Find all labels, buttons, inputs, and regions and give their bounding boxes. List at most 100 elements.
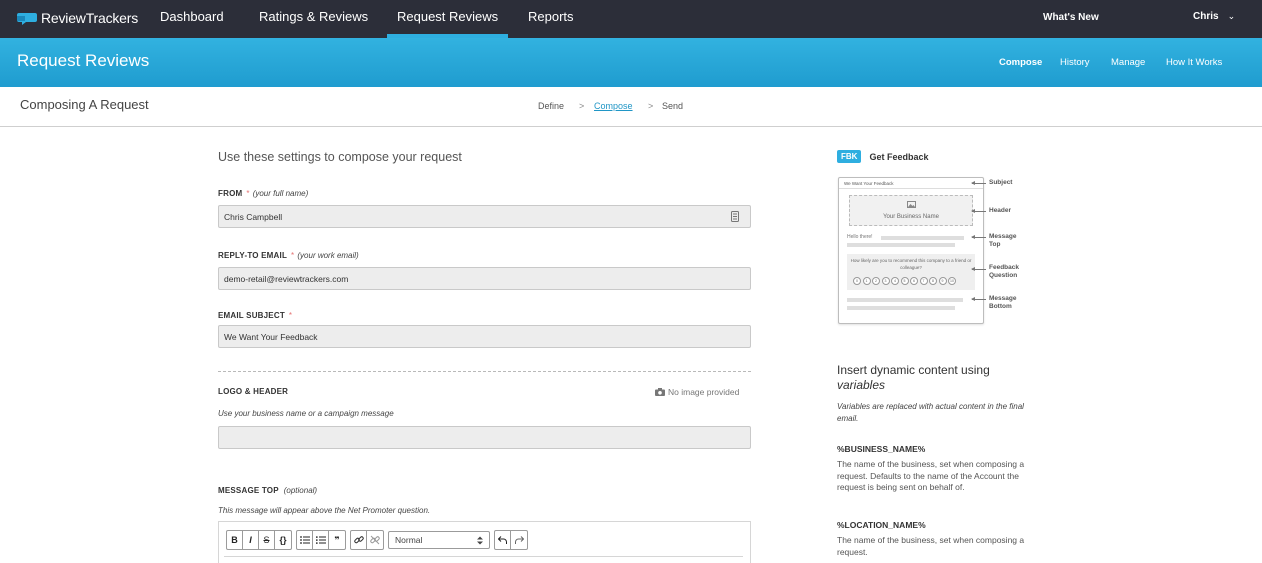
editor-toolbar: B I S {} ❞ Normal — [226, 530, 528, 550]
reviewtrackers-logo-icon — [17, 13, 37, 25]
variables-heading: Insert dynamic content using variables — [837, 363, 990, 393]
reply-to-email-field[interactable]: demo-retail@reviewtrackers.com — [218, 267, 751, 290]
message-top-hint: (optional) — [283, 486, 318, 495]
callout-header: Header — [989, 207, 1012, 214]
undo-button[interactable] — [495, 531, 511, 549]
code-button[interactable]: {} — [275, 531, 291, 549]
score-option: 6 — [910, 277, 918, 285]
reply-to-label-text: REPLY-TO EMAIL — [218, 251, 288, 260]
composer-bar: Composing A Request Define > Compose > S… — [0, 87, 1262, 127]
numbered-list-icon — [315, 536, 326, 544]
callout-arrow — [971, 235, 986, 239]
preview-score-scale: 0 1 2 3 4 5 6 7 8 9 10 — [853, 277, 956, 285]
nav-ratings-reviews[interactable]: Ratings & Reviews — [259, 0, 368, 38]
reply-to-label: REPLY-TO EMAIL * (your work email) — [218, 251, 359, 260]
callout-arrow — [971, 209, 986, 213]
preview-text-line — [847, 306, 955, 310]
subject-label-text: EMAIL SUBJECT — [218, 311, 285, 320]
step-separator: > — [579, 101, 585, 111]
unlink-icon — [370, 535, 380, 545]
format-select-value: Normal — [395, 535, 423, 545]
callout-arrow — [971, 181, 986, 185]
from-value: Chris Campbell — [224, 212, 283, 222]
logo-header-note: Use your business name or a campaign mes… — [218, 409, 394, 418]
step-separator: > — [648, 101, 654, 111]
chevron-down-icon: ⌄ — [1227, 11, 1236, 21]
select-arrows-icon — [477, 536, 483, 544]
redo-icon — [514, 536, 524, 544]
score-option: 0 — [853, 277, 861, 285]
link-button[interactable] — [351, 531, 367, 549]
callout-message-top: Message Top — [989, 233, 1017, 248]
template-type: FBK Get Feedback — [837, 150, 928, 163]
fbk-badge: FBK — [837, 150, 862, 163]
subnav-manage[interactable]: Manage — [1111, 57, 1145, 68]
bold-button[interactable]: B — [227, 531, 243, 549]
list-group: ❞ — [296, 530, 346, 550]
strikethrough-button[interactable]: S — [259, 531, 275, 549]
format-select[interactable]: Normal — [388, 531, 490, 549]
bullet-list-button[interactable] — [297, 531, 313, 549]
blockquote-button[interactable]: ❞ — [329, 531, 345, 549]
callout-feedback-question: Feedback Question — [989, 264, 1019, 279]
nav-request-reviews[interactable]: Request Reviews — [386, 0, 509, 38]
callout-subject: Subject — [989, 179, 1013, 186]
message-top-label: MESSAGE TOP (optional) — [218, 486, 317, 495]
message-top-note: This message will appear above the Net P… — [218, 506, 431, 515]
from-label-text: FROM — [218, 189, 243, 198]
form-title: Use these settings to compose your reque… — [218, 150, 462, 164]
callout-arrow — [971, 297, 986, 301]
no-image-text: No image provided — [668, 387, 740, 397]
section-header: Request Reviews Compose History Manage H… — [0, 38, 1262, 87]
numbered-list-button[interactable] — [313, 531, 329, 549]
no-image-status[interactable]: No image provided — [655, 387, 739, 397]
nav-reports[interactable]: Reports — [528, 0, 574, 38]
subnav-history[interactable]: History — [1060, 57, 1090, 68]
score-option: 9 — [938, 277, 947, 285]
preview-question-text: How likely are you to recommend this com… — [850, 258, 972, 270]
reply-to-hint: (your work email) — [297, 251, 359, 260]
user-menu[interactable]: Chris ⌄ — [1193, 11, 1235, 22]
contact-card-icon[interactable] — [731, 211, 739, 222]
from-field[interactable]: Chris Campbell — [218, 205, 751, 228]
step-send[interactable]: Send — [662, 101, 683, 111]
redo-button[interactable] — [511, 531, 527, 549]
logo-header-field[interactable] — [218, 426, 751, 449]
email-subject-field[interactable]: We Want Your Feedback — [218, 325, 751, 348]
link-group — [350, 530, 384, 550]
required-marker: * — [288, 311, 293, 320]
brand-logo[interactable]: ReviewTrackers — [17, 10, 138, 26]
message-top-editor[interactable]: B I S {} ❞ Normal — [218, 521, 751, 563]
variable-location-name: %LOCATION_NAME% — [837, 520, 926, 530]
score-option: 3 — [881, 277, 890, 285]
bullet-list-icon — [299, 536, 310, 544]
preview-text-line — [847, 243, 955, 247]
subject-label: EMAIL SUBJECT * — [218, 311, 292, 320]
template-type-title: Get Feedback — [869, 151, 929, 162]
callout-arrow — [971, 267, 986, 271]
preview-feedback-question: How likely are you to recommend this com… — [847, 254, 975, 290]
italic-button[interactable]: I — [243, 531, 259, 549]
subnav-how-it-works[interactable]: How It Works — [1166, 57, 1222, 68]
score-option: 8 — [929, 277, 937, 285]
nav-dashboard[interactable]: Dashboard — [160, 0, 224, 38]
preview-text-line — [881, 236, 964, 240]
whats-new-link[interactable]: What's New — [1043, 12, 1099, 23]
score-option: 7 — [919, 277, 928, 285]
email-preview: We Want Your Feedback Your Business Name… — [838, 177, 984, 324]
variable-business-name-desc: The name of the business, set when compo… — [837, 459, 1025, 492]
user-name: Chris — [1193, 11, 1219, 22]
preview-greeting: Hello there! — [847, 234, 873, 240]
required-marker: * — [291, 251, 295, 260]
from-label: FROM * (your full name) — [218, 189, 308, 198]
top-navbar: ReviewTrackers Dashboard Ratings & Revie… — [0, 0, 1262, 38]
preview-business-name: Your Business Name — [883, 214, 939, 220]
step-compose[interactable]: Compose — [594, 101, 633, 111]
brand-name: ReviewTrackers — [41, 10, 139, 26]
link-icon — [353, 536, 364, 544]
variable-business-name: %BUSINESS_NAME% — [837, 444, 926, 454]
unlink-button[interactable] — [367, 531, 383, 549]
subnav-compose[interactable]: Compose — [999, 57, 1042, 68]
step-define[interactable]: Define — [538, 101, 564, 111]
preview-subject: We Want Your Feedback — [844, 181, 894, 186]
